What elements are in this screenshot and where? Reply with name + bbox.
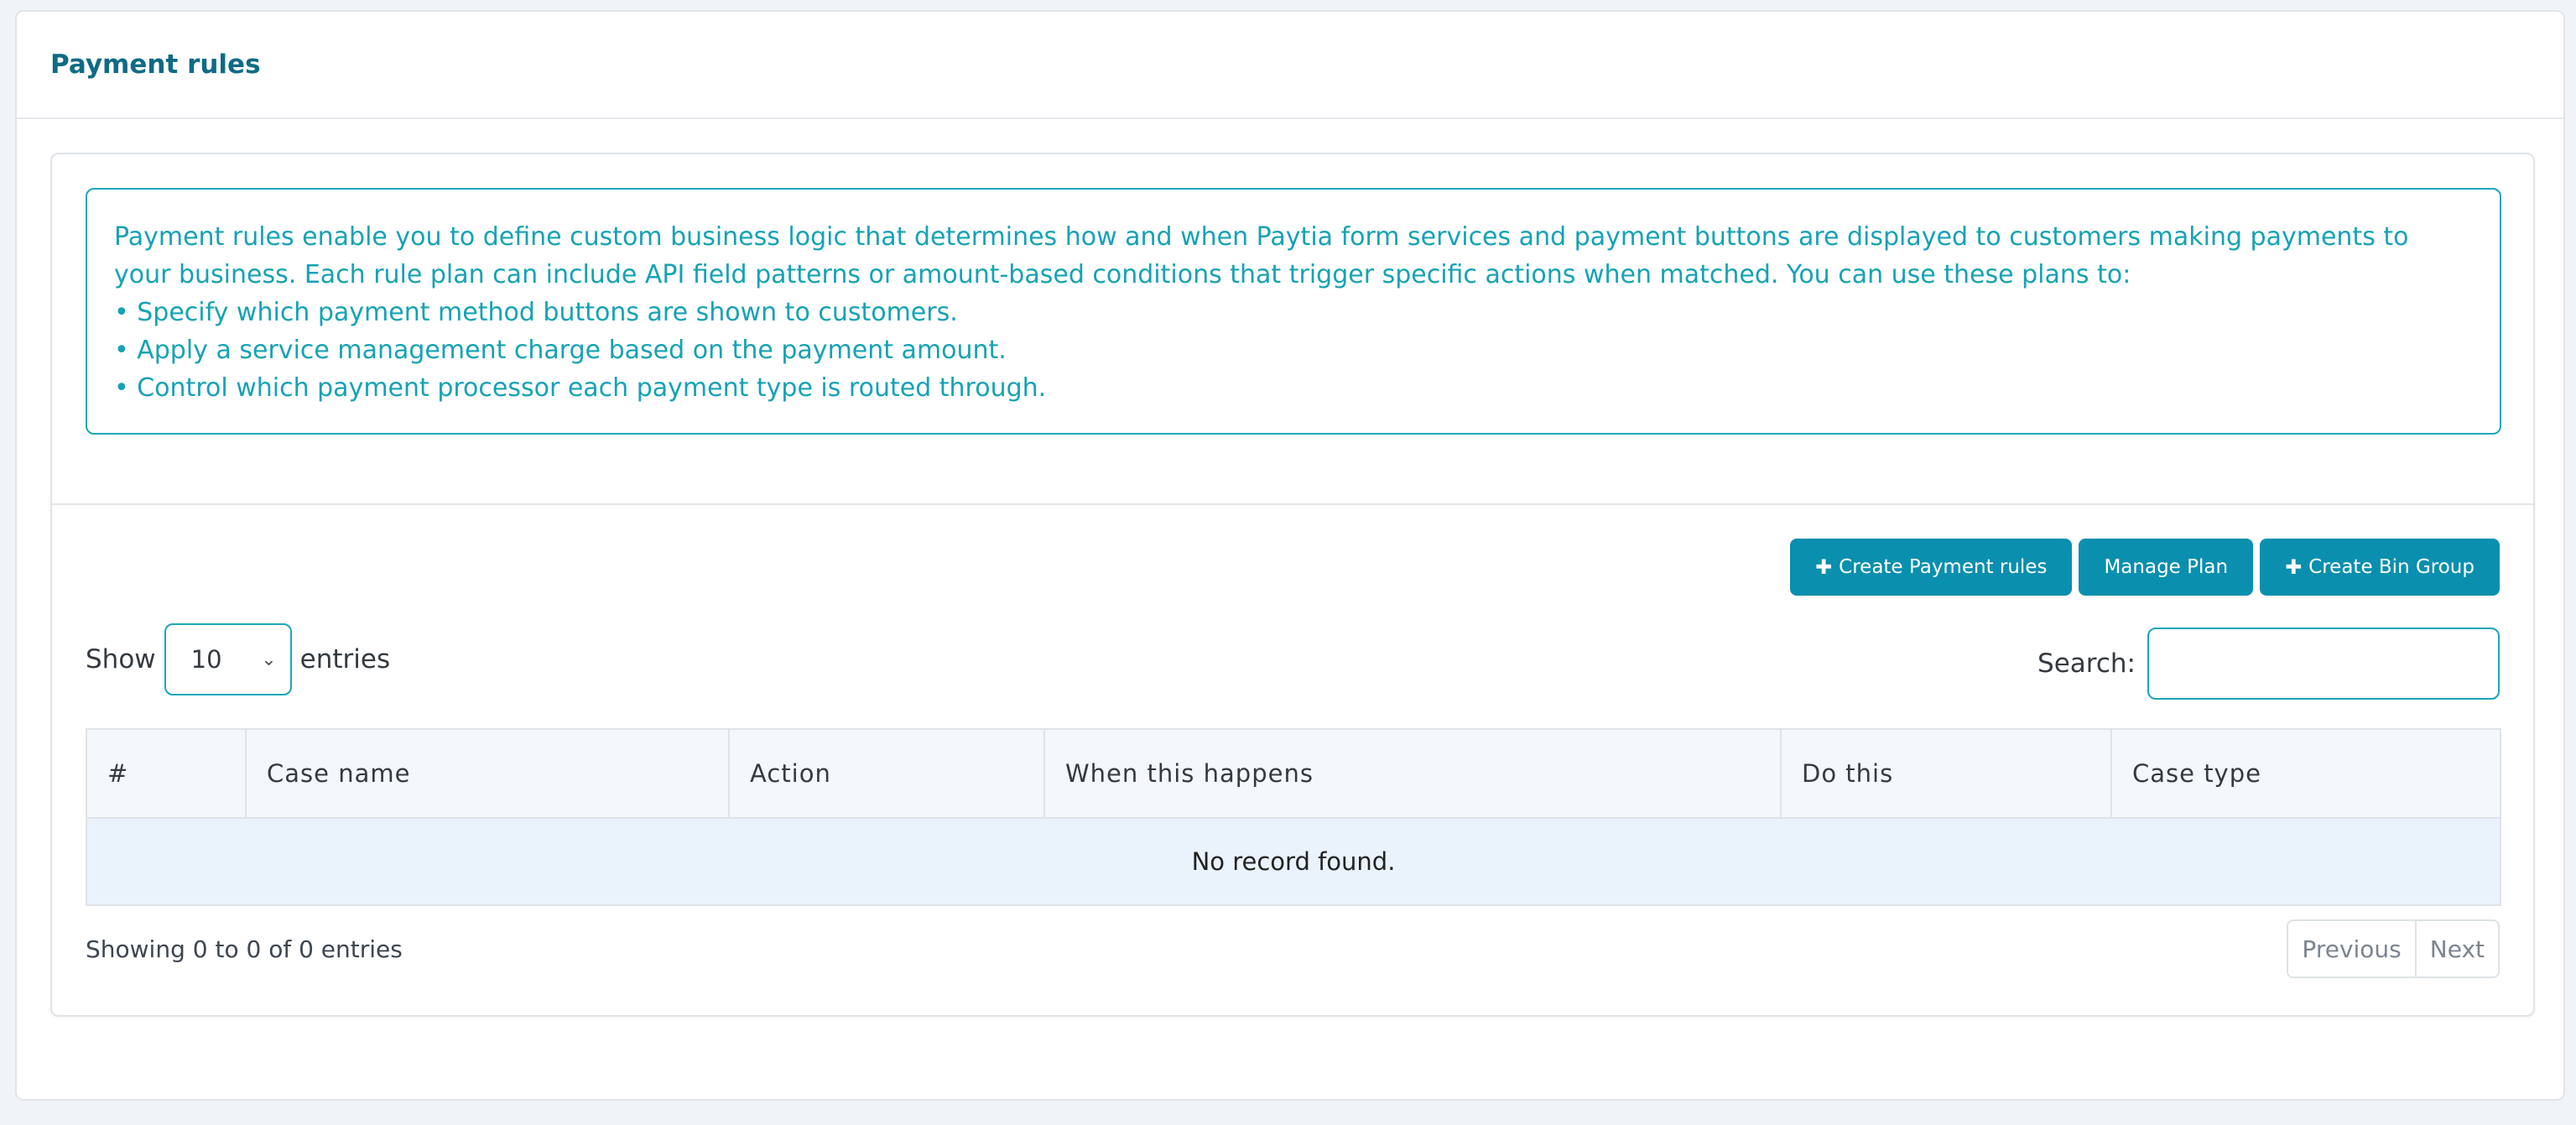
plus-icon: ✚	[1815, 555, 1833, 579]
column-header-number[interactable]: #	[86, 728, 247, 819]
page-title: Payment rules	[50, 49, 261, 80]
column-header-action[interactable]: Action	[728, 728, 1045, 819]
page-header: Payment rules	[17, 12, 2563, 119]
chevron-down-icon: ⌄	[261, 648, 277, 670]
table-row: No record found.	[86, 817, 2501, 906]
manage-plan-button[interactable]: Manage Plan	[2079, 539, 2254, 596]
info-bullet: Apply a service management charge based …	[114, 331, 2473, 369]
manage-plan-label: Manage Plan	[2104, 556, 2229, 578]
table-section: ✚ Create Payment rules Manage Plan ✚ Cre…	[52, 505, 2533, 1012]
info-bullet: Specify which payment method buttons are…	[114, 294, 2473, 331]
info-intro: Payment rules enable you to define custo…	[114, 222, 2409, 289]
pagination: Previous Next	[2287, 919, 2500, 978]
create-payment-rules-button[interactable]: ✚ Create Payment rules	[1790, 539, 2073, 596]
entries-select[interactable]: 10 ⌄	[164, 623, 292, 695]
column-header-do-this[interactable]: Do this	[1780, 728, 2112, 819]
toolbar: ✚ Create Payment rules Manage Plan ✚ Cre…	[86, 539, 2500, 596]
info-bullet: Control which payment processor each pay…	[114, 369, 2473, 407]
create-payment-rules-label: Create Payment rules	[1839, 556, 2048, 578]
table-footer: Showing 0 to 0 of 0 entries Previous Nex…	[86, 919, 2500, 978]
length-prefix: Show	[86, 644, 156, 674]
length-suffix: entries	[299, 644, 391, 674]
create-bin-group-label: Create Bin Group	[2308, 556, 2475, 578]
payment-rules-table: # Case name Action When this happens Do …	[86, 728, 2501, 906]
search-filter: Search:	[2037, 628, 2500, 700]
table-controls: Show 10 ⌄ entries Search:	[86, 622, 2500, 700]
info-box: Payment rules enable you to define custo…	[86, 188, 2501, 435]
info-section: Payment rules enable you to define custo…	[52, 154, 2533, 505]
content-card: Payment rules enable you to define custo…	[50, 153, 2535, 1017]
column-header-when-this-happens[interactable]: When this happens	[1043, 728, 1782, 819]
previous-page-button[interactable]: Previous	[2288, 921, 2415, 977]
entries-length: Show 10 ⌄ entries	[86, 623, 390, 695]
next-page-button[interactable]: Next	[2414, 921, 2498, 977]
table-info: Showing 0 to 0 of 0 entries	[86, 935, 403, 963]
column-header-case-name[interactable]: Case name	[245, 728, 730, 819]
entries-select-value: 10	[190, 645, 222, 674]
table-header-row: # Case name Action When this happens Do …	[86, 728, 2501, 819]
create-bin-group-button[interactable]: ✚ Create Bin Group	[2260, 539, 2500, 596]
search-label: Search:	[2037, 648, 2136, 679]
plus-icon: ✚	[2285, 555, 2303, 579]
search-input[interactable]	[2147, 628, 2500, 700]
column-header-case-type[interactable]: Case type	[2110, 728, 2501, 819]
info-bullets: Specify which payment method buttons are…	[114, 294, 2473, 407]
page-card: Payment rules Payment rules enable you t…	[15, 10, 2565, 1101]
empty-message: No record found.	[86, 817, 2501, 906]
